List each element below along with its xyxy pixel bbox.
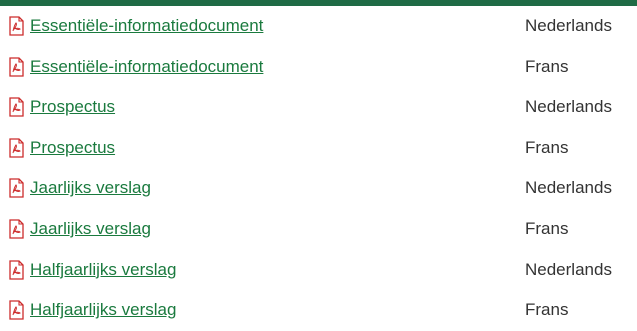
document-link[interactable]: Jaarlijks verslag (30, 178, 151, 198)
list-item: Halfjaarlijks verslag Nederlands (0, 250, 637, 291)
list-item: Essentiële-informatiedocument Frans (0, 47, 637, 88)
document-language: Frans (525, 218, 569, 238)
pdf-icon (6, 259, 26, 280)
list-item: Essentiële-informatiedocument Nederlands (0, 6, 637, 47)
document-language: Nederlands (525, 97, 612, 117)
pdf-icon (6, 16, 26, 36)
list-item: Prospectus Nederlands (0, 87, 637, 128)
list-item: Jaarlijks verslag Nederlands (0, 168, 637, 209)
document-link[interactable]: Essentiële-informatiedocument (30, 57, 263, 77)
document-link[interactable]: Essentiële-informatiedocument (30, 16, 263, 36)
pdf-icon (6, 97, 26, 117)
document-link[interactable]: Jaarlijks verslag (30, 219, 151, 239)
document-language: Frans (525, 56, 569, 76)
document-language: Nederlands (525, 178, 612, 198)
document-language: Frans (525, 300, 569, 320)
document-language: Frans (525, 137, 569, 157)
pdf-icon (6, 178, 26, 199)
document-link[interactable]: Prospectus (30, 97, 115, 117)
pdf-icon (6, 300, 26, 320)
document-link[interactable]: Halfjaarlijks verslag (30, 300, 176, 320)
document-list: Essentiële-informatiedocument Nederlands… (0, 6, 637, 331)
pdf-icon (6, 219, 26, 239)
pdf-icon (6, 56, 26, 77)
document-language: Nederlands (525, 259, 612, 279)
document-language: Nederlands (525, 16, 612, 35)
document-link[interactable]: Prospectus (30, 138, 115, 158)
list-item: Halfjaarlijks verslag Frans (0, 290, 637, 331)
pdf-icon (6, 138, 26, 158)
list-item: Jaarlijks verslag Frans (0, 209, 637, 250)
document-link[interactable]: Halfjaarlijks verslag (30, 260, 176, 280)
list-item: Prospectus Frans (0, 128, 637, 169)
